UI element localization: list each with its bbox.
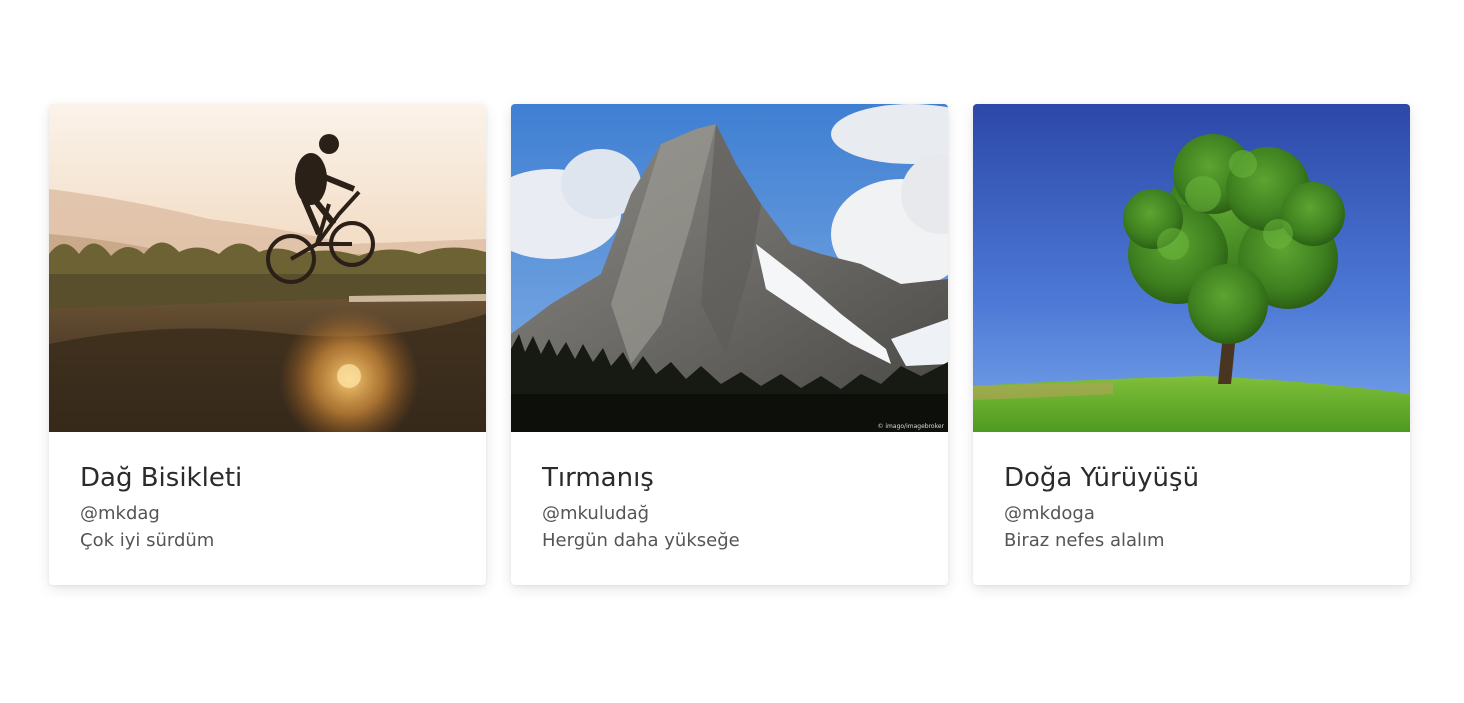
card-deck: Dağ Bisikleti @mkdag Çok iyi sürdüm © im…	[49, 104, 1410, 585]
svg-text:© imago/imagebroker: © imago/imagebroker	[877, 423, 944, 430]
mountain-biker-photo	[49, 104, 486, 432]
card-image-biker	[49, 104, 486, 432]
mountain-peak-photo: © imago/imagebroker	[511, 104, 948, 432]
card-text: Hergün daha yükseğe	[542, 530, 740, 551]
card-handle[interactable]: @mkuludağ	[542, 500, 918, 527]
card-image-mountain: © imago/imagebroker	[511, 104, 948, 432]
card-body: Doğa Yürüyüşü @mkdoga Biraz nefes alalım	[973, 432, 1410, 554]
card-mountain-bike[interactable]: Dağ Bisikleti @mkdag Çok iyi sürdüm	[49, 104, 486, 585]
card-nature-walk[interactable]: Doğa Yürüyüşü @mkdoga Biraz nefes alalım	[973, 104, 1410, 585]
card-body: Dağ Bisikleti @mkdag Çok iyi sürdüm	[49, 432, 486, 554]
card-handle[interactable]: @mkdag	[80, 500, 456, 527]
card-title: Doğa Yürüyüşü	[1004, 463, 1200, 493]
card-title: Dağ Bisikleti	[80, 463, 243, 493]
card-body: Tırmanış @mkuludağ Hergün daha yükseğe	[511, 432, 948, 554]
tree-meadow-photo	[973, 104, 1410, 432]
card-title: Tırmanış	[542, 463, 654, 493]
card-climbing[interactable]: © imago/imagebroker Tırmanış @mkuludağ H…	[511, 104, 948, 585]
card-image-tree	[973, 104, 1410, 432]
card-text: Çok iyi sürdüm	[80, 530, 215, 551]
card-handle[interactable]: @mkdoga	[1004, 500, 1380, 527]
card-text: Biraz nefes alalım	[1004, 530, 1165, 551]
